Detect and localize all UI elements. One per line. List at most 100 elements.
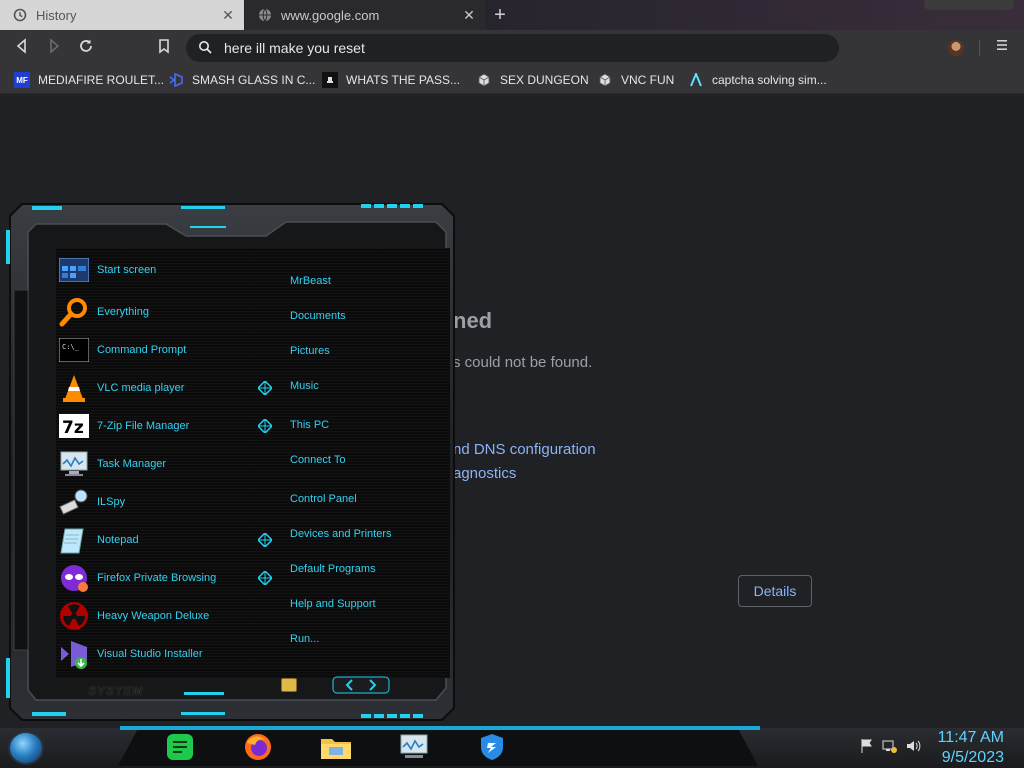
app-label: ILSpy (97, 496, 126, 508)
details-button[interactable]: Details (738, 575, 812, 607)
volume-icon[interactable] (904, 738, 922, 756)
cube-icon (476, 72, 492, 88)
taskbar-dock (118, 730, 758, 766)
close-icon[interactable]: ✕ (220, 7, 236, 23)
app-label: VLC media player (97, 382, 185, 394)
diamond-marker-icon (258, 419, 272, 433)
start-orb-button[interactable] (8, 731, 44, 765)
app-task-manager[interactable]: Task Manager (58, 448, 166, 480)
cmd-icon: C:\_ (58, 334, 90, 366)
network-icon[interactable] (881, 738, 899, 756)
avatar[interactable] (948, 40, 964, 56)
toolbar: here ill make you reset (0, 30, 1024, 66)
place-this-pc[interactable]: This PC (290, 419, 329, 431)
app-command-prompt[interactable]: C:\_ Command Prompt (58, 334, 186, 366)
menu-icon[interactable] (994, 38, 1010, 58)
place-pictures[interactable]: Pictures (290, 345, 330, 357)
app-label: Command Prompt (97, 344, 187, 356)
bookmark-item[interactable]: SMASH GLASS IN C... (168, 71, 315, 89)
bookmark-item[interactable]: VNC FUN (597, 71, 674, 89)
app-label: Firefox Private Browsing (97, 572, 217, 584)
tab-google[interactable]: www.google.com ✕ (245, 0, 485, 30)
bookmark-label: WHATS THE PASS... (346, 73, 461, 87)
app-everything[interactable]: Everything (58, 296, 149, 328)
app-vs-installer[interactable]: Visual Studio Installer (58, 638, 203, 670)
bookmark-item[interactable]: MF MEDIAFIRE ROULET... (14, 71, 164, 89)
power-button[interactable] (281, 678, 297, 692)
bookmark-item[interactable]: SEX DUNGEON (476, 71, 589, 89)
globe-icon (257, 7, 273, 23)
diamond-marker-icon (258, 533, 272, 547)
file-explorer-icon[interactable] (320, 731, 352, 763)
error-subtitle: s could not be found. (453, 354, 593, 371)
reload-icon[interactable] (76, 38, 96, 58)
vs-installer-icon (58, 638, 90, 670)
hat-icon (322, 72, 338, 88)
mediafire-icon: MF (14, 72, 30, 88)
place-help-support[interactable]: Help and Support (290, 598, 376, 610)
task-manager-icon (58, 448, 90, 480)
window-controls[interactable] (924, 0, 1014, 10)
forward-icon[interactable] (44, 38, 64, 58)
place-mrbeast[interactable]: MrBeast (290, 275, 331, 287)
app-label: Heavy Weapon Deluxe (97, 610, 210, 622)
place-run[interactable]: Run... (290, 633, 319, 645)
app-label: Visual Studio Installer (97, 648, 203, 660)
back-icon[interactable] (12, 38, 32, 58)
place-default-programs[interactable]: Default Programs (290, 563, 376, 575)
place-control-panel[interactable]: Control Panel (290, 493, 357, 505)
bookmark-label: VNC FUN (621, 73, 675, 87)
app-label: Everything (97, 306, 149, 318)
svg-text:7z: 7z (62, 418, 84, 438)
app-heavy-weapon[interactable]: Heavy Weapon Deluxe (58, 600, 209, 632)
place-documents[interactable]: Documents (290, 310, 346, 322)
app-label: Start screen (97, 264, 157, 276)
clock[interactable]: 11:47 AM 9/5/2023 (938, 728, 1004, 768)
address-bar-text: here ill make you reset (224, 40, 365, 56)
diamond-marker-icon (258, 571, 272, 585)
arrow-a-icon (688, 72, 704, 88)
shield-vpn-icon[interactable] (476, 731, 508, 763)
taskbar-accent (120, 726, 760, 730)
dns-config-link[interactable]: nd DNS configuration (453, 441, 596, 458)
radiation-icon (58, 600, 90, 632)
task-manager-icon[interactable] (398, 731, 430, 763)
place-music[interactable]: Music (290, 380, 319, 392)
seven-zip-icon: 7z (58, 410, 90, 442)
bookmark-label: SMASH GLASS IN C... (192, 73, 316, 87)
bookmark-item[interactable]: WHATS THE PASS... (322, 71, 460, 89)
error-title: ned (453, 308, 493, 333)
address-bar[interactable]: here ill make you reset (186, 34, 839, 62)
system-label: SYSTEM (88, 684, 144, 698)
start-menu: Start screen Everything C:\_ Command Pro… (6, 200, 456, 722)
search-icon (198, 40, 214, 56)
bookmark-icon[interactable] (154, 38, 174, 58)
place-connect-to[interactable]: Connect To (290, 454, 345, 466)
action-center-flag-icon[interactable] (858, 738, 876, 756)
vlc-cone-icon (58, 372, 90, 404)
app-start-screen[interactable]: Start screen (58, 254, 156, 286)
app-ilspy[interactable]: ILSpy (58, 486, 125, 518)
clock-date: 9/5/2023 (941, 749, 1004, 766)
app-label: Task Manager (97, 458, 167, 470)
tab-strip: History ✕ www.google.com ✕ + (0, 0, 1024, 30)
notes-icon[interactable] (164, 731, 196, 763)
close-icon[interactable]: ✕ (461, 7, 477, 23)
ilspy-icon (58, 486, 90, 518)
bookmarks-bar: MF MEDIAFIRE ROULET... SMASH GLASS IN C.… (0, 66, 1024, 94)
diagnostics-link[interactable]: agnostics (453, 465, 516, 482)
history-icon (12, 7, 28, 23)
start-screen-icon (58, 254, 90, 286)
bookmark-item[interactable]: captcha solving sim... (688, 71, 827, 89)
app-firefox-private[interactable]: Firefox Private Browsing (58, 562, 216, 594)
new-tab-button[interactable]: + (489, 4, 511, 26)
app-notepad[interactable]: Notepad (58, 524, 139, 556)
visual-studio-icon (168, 72, 184, 88)
firefox-icon[interactable] (242, 731, 274, 763)
tab-history[interactable]: History ✕ (0, 0, 244, 30)
app-vlc[interactable]: VLC media player (58, 372, 184, 404)
toolbar-divider (979, 40, 980, 56)
app-7zip[interactable]: 7z 7-Zip File Manager (58, 410, 189, 442)
place-devices-printers[interactable]: Devices and Printers (290, 528, 392, 540)
shutdown-arrows-icon[interactable] (332, 676, 390, 694)
